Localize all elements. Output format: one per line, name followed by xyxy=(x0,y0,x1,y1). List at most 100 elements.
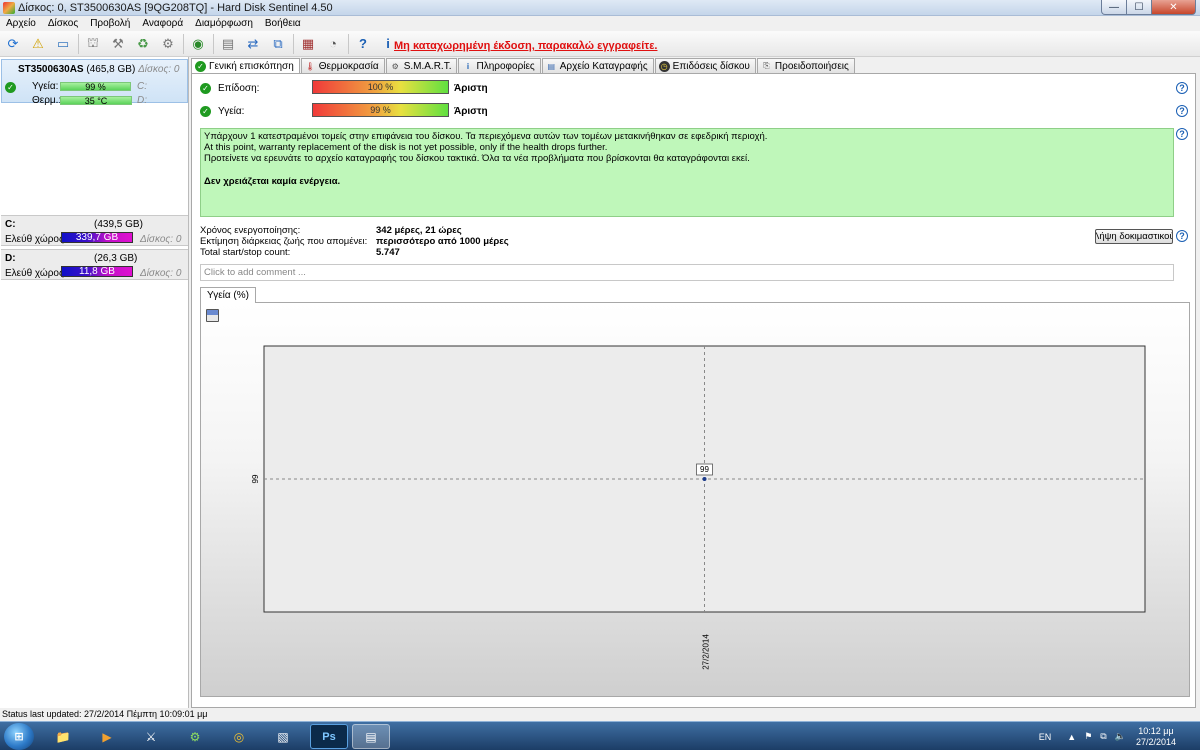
volume-free-value: 11,8 GB xyxy=(79,266,115,277)
selftest-button[interactable]: Λήψη δοκιμαστικού xyxy=(1095,229,1173,244)
disk-drive-d: D: xyxy=(137,95,147,106)
menu-help[interactable]: Βοήθεια xyxy=(259,18,307,29)
performance-icon: ◷ xyxy=(658,60,670,72)
menu-configuration[interactable]: Διαμόρφωση xyxy=(189,18,259,29)
volume-d[interactable]: D: (26,3 GB) Ελεύθ χώρος 11,8 GB Δίσκος:… xyxy=(1,249,188,280)
sync-icon[interactable]: ⇄ xyxy=(243,34,263,54)
health-row: ✓ Υγεία: 99 % Άριστη xyxy=(200,103,488,118)
register-link[interactable]: Μη καταχωρημένη έκδοση, παρακαλώ εγγραφε… xyxy=(394,40,657,52)
data-label: 99 xyxy=(700,465,709,474)
volume-letter: C: xyxy=(5,219,16,230)
thermometer-icon: 🌡 xyxy=(305,61,316,71)
hard-disk-sentinel-task-icon[interactable]: ▤ xyxy=(352,724,390,749)
help-icon[interactable]: ? xyxy=(1176,82,1188,94)
menu-report[interactable]: Αναφορά xyxy=(136,18,189,29)
performance-bar: 100 % xyxy=(312,80,449,94)
health-value: 99 % xyxy=(370,105,391,115)
health-rating: Άριστη xyxy=(454,105,488,117)
app-icon xyxy=(3,1,15,14)
tab-label: Επιδόσεις δίσκου xyxy=(672,60,750,72)
disk-temp-label: Θερμ.: xyxy=(32,95,62,106)
maximize-button[interactable]: ☐ xyxy=(1127,0,1152,15)
status-message: Υπάρχουν 1 κατεστραμένοι τομείς στην επι… xyxy=(200,128,1174,217)
help-icon[interactable]: ? xyxy=(1176,230,1188,242)
menu-bar: Αρχείο Δίσκος Προβολή Αναφορά Διαμόρφωση… xyxy=(0,16,1200,31)
toolbar-separator xyxy=(348,33,349,54)
disk-card[interactable]: ST3500630AS (465,8 GB) Δίσκος: 0 ✓ Υγεία… xyxy=(1,59,188,106)
clock-time: 10:12 μμ xyxy=(1138,725,1174,736)
tab-smart[interactable]: ⚙ S.M.A.R.T. xyxy=(385,58,458,73)
health-chart-svg: 99 27/2/2014 99 xyxy=(251,345,1146,670)
minimize-button[interactable]: — xyxy=(1101,0,1127,15)
tab-overview[interactable]: ✓ Γενική επισκόπηση xyxy=(191,58,300,74)
help-icon[interactable]: ? xyxy=(1176,105,1188,117)
utility-icon[interactable]: ⚙ xyxy=(176,724,214,749)
disk-temp-value: 35 °C xyxy=(84,95,108,106)
network-icon[interactable]: ⧉ xyxy=(268,34,288,54)
menu-view[interactable]: Προβολή xyxy=(84,18,136,29)
flag-icon[interactable]: ⚑ xyxy=(1084,731,1092,742)
tab-strip: ✓ Γενική επισκόπηση 🌡 Θερμοκρασία ⚙ S.M.… xyxy=(191,58,856,74)
alerts-icon: ⎘ xyxy=(763,61,770,70)
info-key: Εκτίμηση διάρκειας ζωής που απομένει: xyxy=(200,236,368,247)
tab-health-chart[interactable]: Υγεία (%) xyxy=(200,287,256,303)
network-tray-icon[interactable]: ⧉ xyxy=(1100,731,1106,742)
tab-log[interactable]: ▤ Αρχείο Καταγραφής xyxy=(541,58,654,73)
volume-letter: D: xyxy=(5,253,16,264)
disk-number: Δίσκος: 0 xyxy=(138,64,180,75)
menu-disk[interactable]: Δίσκος xyxy=(42,18,84,29)
recycle-icon[interactable]: ♻ xyxy=(133,34,153,54)
comment-field[interactable]: Click to add comment ... xyxy=(200,264,1174,281)
photoshop-icon[interactable]: Ps xyxy=(310,724,348,749)
volume-c[interactable]: C: (439,5 GB) Ελεύθ χώρος 339,7 GB Δίσκο… xyxy=(1,215,188,246)
volume-icon[interactable]: 🔈 xyxy=(1115,731,1126,742)
health-chart: 99 27/2/2014 99 xyxy=(200,302,1190,697)
tab-label: Θερμοκρασία xyxy=(318,60,379,72)
smart-icon: ⚙ xyxy=(391,61,399,71)
tab-label: Γενική επισκόπηση xyxy=(209,61,294,72)
system-tray: EN ▲ ⚑ ⧉ 🔈 10:12 μμ 27/2/2014 xyxy=(1039,722,1200,750)
game-icon[interactable]: ⚔ xyxy=(132,724,170,749)
speaker-icon[interactable]: ◔ xyxy=(323,34,343,54)
health-label: Υγεία: xyxy=(218,105,245,117)
disk-model: ST3500630AS xyxy=(18,64,84,75)
globe-icon[interactable]: ◉ xyxy=(188,34,208,54)
disk-health-label: Υγεία: xyxy=(32,81,59,92)
help-icon[interactable]: ? xyxy=(353,34,373,54)
tray-arrow-icon[interactable]: ▲ xyxy=(1067,732,1076,742)
explorer-icon[interactable]: 📁 xyxy=(44,724,82,749)
refresh-icon[interactable]: ⟳ xyxy=(3,34,23,54)
notes-icon[interactable]: ▧ xyxy=(264,724,302,749)
message-line: Υπάρχουν 1 κατεστραμένοι τομείς στην επι… xyxy=(204,131,768,142)
alert-icon[interactable]: ⚠ xyxy=(28,34,48,54)
tool-icon[interactable]: ⚙ xyxy=(158,34,178,54)
disk-icon[interactable]: ▭ xyxy=(53,34,73,54)
spindle-icon[interactable]: ⛫ xyxy=(83,34,103,54)
tab-label: Προειδοποιήσεις xyxy=(774,60,849,72)
health-ok-icon: ✓ xyxy=(200,105,211,117)
tab-temperature[interactable]: 🌡 Θερμοκρασία xyxy=(300,58,385,73)
close-button[interactable]: ✕ xyxy=(1152,0,1196,15)
tab-alerts[interactable]: ⎘ Προειδοποιήσεις xyxy=(756,58,855,73)
y-tick-label: 99 xyxy=(251,474,260,483)
settings-icon[interactable]: ▦ xyxy=(298,34,318,54)
language-indicator[interactable]: EN xyxy=(1039,732,1052,742)
wrench-icon[interactable]: ⚒ xyxy=(108,34,128,54)
start-icon[interactable]: ⊞ xyxy=(4,723,34,750)
menu-file[interactable]: Αρχείο xyxy=(0,18,42,29)
media-player-icon[interactable]: ▶ xyxy=(88,724,126,749)
chrome-icon[interactable]: ◎ xyxy=(220,724,258,749)
help-icon[interactable]: ? xyxy=(1176,128,1188,140)
toolbar: ⟳ ⚠ ▭ ⛫ ⚒ ♻ ⚙ ◉ ▤ ⇄ ⧉ ▦ ◔ ? i Μη καταχωρ… xyxy=(0,31,1200,57)
info-value: περισσότερο από 1000 μέρες xyxy=(376,236,509,247)
health-bar: 99 % xyxy=(312,103,449,117)
taskbar: ⊞ 📁 ▶ ⚔ ⚙ ◎ ▧ Ps ▤ EN ▲ ⚑ ⧉ 🔈 10:12 μμ 2… xyxy=(0,721,1200,750)
tab-information[interactable]: i Πληροφορίες xyxy=(458,58,541,73)
tab-label: S.M.A.R.T. xyxy=(403,60,452,72)
log-icon: ▤ xyxy=(547,61,556,71)
disk-health-value: 99 % xyxy=(85,81,106,92)
tab-performance[interactable]: ◷ Επιδόσεις δίσκου xyxy=(654,58,756,73)
clock[interactable]: 10:12 μμ 27/2/2014 xyxy=(1136,726,1176,748)
info-value: 342 μέρες, 21 ώρες xyxy=(376,225,462,236)
document-icon[interactable]: ▤ xyxy=(218,34,238,54)
